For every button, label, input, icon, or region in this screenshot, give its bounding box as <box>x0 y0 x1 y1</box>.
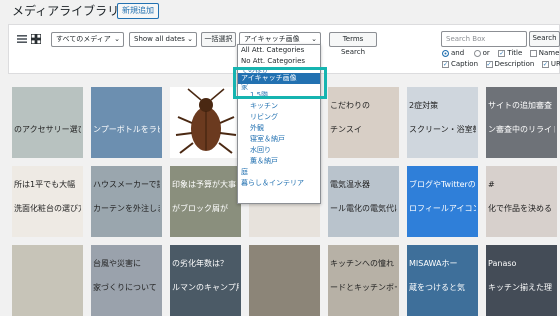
thumbnail-caption: 台風や災害に <box>93 259 141 268</box>
add-new-button[interactable]: 新規追加 <box>117 3 159 19</box>
thumbnail-caption: 化で作品を決める <box>488 204 552 213</box>
category-option[interactable]: 庭 <box>238 167 320 178</box>
thumbnail-caption: のアクセサリー選び <box>14 125 81 134</box>
media-type-filter[interactable]: すべてのメディア ⌄ <box>51 32 124 47</box>
date-filter-value: Show all dates <box>134 35 185 43</box>
thumbnail-caption: の劣化年数は？ <box>172 259 228 268</box>
thumbnail-caption: Panaso <box>488 259 517 268</box>
category-option[interactable]: キッチン <box>238 101 320 112</box>
thumbnail-caption: ンプーボトルをラビュ <box>93 125 160 134</box>
page-header: メディアライブラリ 新規追加 <box>0 0 560 22</box>
thumbnail-caption: キッチンへの憧れ <box>330 259 394 268</box>
media-thumbnail[interactable] <box>170 87 241 158</box>
media-thumbnail[interactable]: MISAWAホー 蔵をつけると気 <box>407 245 478 316</box>
name-label: Name <box>538 49 560 57</box>
thumbnail-caption: ン審査中のリライトは活用 <box>488 125 555 134</box>
media-thumbnail[interactable]: 印象は予算が大事 がブロック屑が <box>170 166 241 237</box>
thumbnail-caption: 所は1平でも大幅 <box>14 180 76 189</box>
thumbnail-caption: サイトの追加審査 <box>488 101 552 110</box>
thumbnail-caption: # <box>488 180 495 189</box>
thumbnail-caption: ロフィールアイコンは <box>409 204 476 213</box>
description-label: Description <box>494 60 535 68</box>
thumbnail-caption: ブログやTwitterの <box>409 180 476 189</box>
list-view-icon[interactable] <box>17 34 27 44</box>
grid-view-icon[interactable] <box>31 34 41 44</box>
media-thumbnail[interactable]: 所は1平でも大幅 洗面化粧台の選び方 <box>12 166 83 237</box>
thumbnail-caption: ハウスメーカーで提案 <box>93 180 160 189</box>
media-thumbnail[interactable]: こだわりの チンスイ <box>328 87 399 158</box>
or-radio[interactable] <box>473 49 481 57</box>
or-label: or <box>482 49 490 57</box>
title-label: Title <box>507 49 523 57</box>
cockroach-illustration <box>175 88 237 154</box>
category-option[interactable]: 寝室＆納戸 <box>238 134 320 145</box>
terms-search-button[interactable]: Terms Search <box>329 32 377 56</box>
caption-label: Caption <box>451 60 479 68</box>
media-thumbnail[interactable]: のアクセサリー選び <box>12 87 83 158</box>
media-thumbnail[interactable]: ブログやTwitterのロフィールアイコンは <box>407 166 478 237</box>
thumbnail-caption: がブロック屑が <box>172 204 228 213</box>
category-filter-value: アイキャッチ画像 <box>244 35 300 43</box>
thumbnail-caption: カーテンを外注しま <box>93 204 160 213</box>
name-checkbox[interactable] <box>529 49 537 57</box>
category-option[interactable]: 暮らし＆インテリア <box>238 178 320 189</box>
title-checkbox[interactable]: ✓ <box>498 49 506 57</box>
thumbnail-caption: 洗面化粧台の選び方 <box>14 204 81 213</box>
media-thumbnail[interactable] <box>12 245 83 316</box>
media-type-value: すべてのメディア <box>56 35 111 43</box>
media-thumbnail[interactable]: ハウスメーカーで提案カーテンを外注しま <box>91 166 162 237</box>
search-options-row1: and or ✓Title Name A <box>442 49 560 58</box>
thumbnail-caption: 電気温水器 <box>330 180 370 189</box>
thumbnail-caption: ール電化の電気代は高い？ <box>330 204 397 213</box>
thumbnail-caption: こだわりの <box>330 101 370 110</box>
search-button[interactable]: Search <box>529 31 560 47</box>
media-thumbnail[interactable] <box>249 245 320 316</box>
thumbnail-caption: 2症対策 <box>409 101 439 110</box>
dropdown-option[interactable]: All Att. Categories <box>238 45 320 56</box>
search-input[interactable]: Search Box <box>441 31 527 47</box>
and-radio[interactable] <box>442 49 449 57</box>
media-thumbnail[interactable]: 2症対策スクリーン・浴室乾燥機が大活躍！ <box>407 87 478 158</box>
thumbnail-caption: チンスイ <box>330 125 362 134</box>
media-thumbnail[interactable]: # 化で作品を決める <box>486 166 557 237</box>
thumbnail-caption: 家づくりについて <box>93 283 157 292</box>
description-checkbox[interactable]: ✓ <box>485 60 493 68</box>
dropdown-option[interactable]: No Att. Categories <box>238 56 320 67</box>
category-option[interactable]: 薫＆納戸 <box>238 156 320 167</box>
thumbnail-caption: MISAWAホー <box>409 259 458 268</box>
media-thumbnail[interactable]: 台風や災害に家づくりについて <box>91 245 162 316</box>
caption-checkbox[interactable]: ✓ <box>442 60 449 68</box>
media-thumbnail[interactable]: Panaso キッチン揃えた理 <box>486 245 557 316</box>
media-thumbnail[interactable]: サイトの追加審査ン審査中のリライトは活用 <box>486 87 557 158</box>
media-thumbnail[interactable]: ンプーボトルをラビュ <box>91 87 162 158</box>
category-option[interactable]: リビング <box>238 112 320 123</box>
page-title: メディアライブラリ <box>12 4 120 18</box>
thumbnail-caption: スクリーン・浴室乾燥機が大活躍！ <box>409 125 476 134</box>
url-checkbox[interactable]: ✓ <box>541 60 549 68</box>
media-thumbnail[interactable]: 電気温水器ール電化の電気代は高い？ <box>328 166 399 237</box>
media-thumbnail[interactable]: の劣化年数は？ ルマンのキャンプ用品 <box>170 245 241 316</box>
thumbnail-caption: ルマンのキャンプ用品 <box>172 283 239 292</box>
thumbnail-caption: キッチン揃えた理 <box>488 283 552 292</box>
thumbnail-caption: 蔵をつけると気 <box>409 283 465 292</box>
thumbnail-caption: ードとキッチンボード <box>330 283 397 292</box>
and-label: and <box>451 49 465 57</box>
url-label: URL <box>550 60 560 68</box>
search-options-row2: ✓Caption ✓Description ✓URL <box>442 60 560 69</box>
category-option[interactable]: 水回り <box>238 145 320 156</box>
thumbnail-caption: 印象は予算が大事 <box>172 180 236 189</box>
bulk-select-button[interactable]: 一括選択 <box>201 32 236 47</box>
date-filter[interactable]: Show all dates ⌄ <box>129 32 197 47</box>
highlight-box <box>233 67 327 99</box>
category-option[interactable]: 外観 <box>238 123 320 134</box>
media-thumbnail[interactable]: キッチンへの憧れードとキッチンボード <box>328 245 399 316</box>
chevron-down-icon: ⌄ <box>187 35 193 43</box>
chevron-down-icon: ⌄ <box>114 35 120 43</box>
